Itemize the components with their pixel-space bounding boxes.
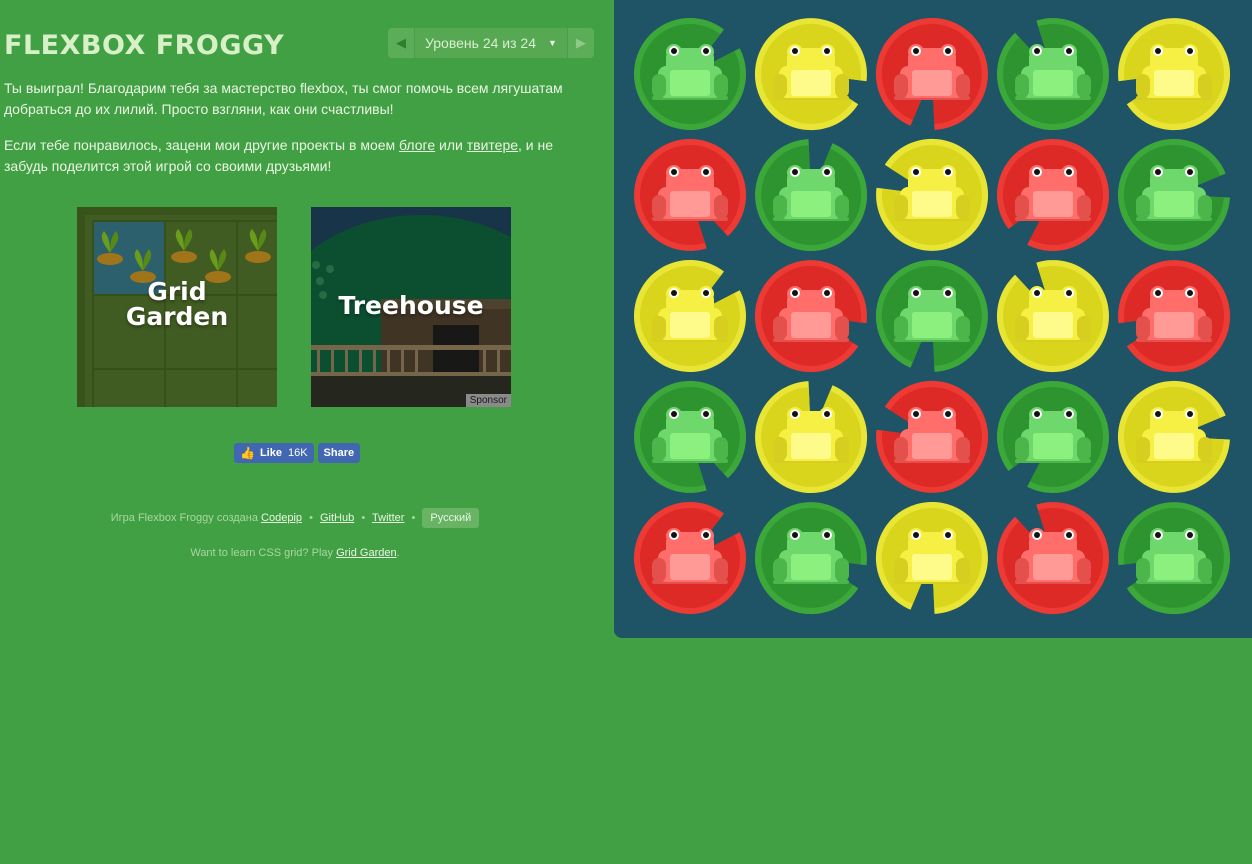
lily-pad-cell — [630, 377, 750, 497]
lily-pad-cell — [751, 14, 871, 134]
win-message: Ты выиграл! Благодарим тебя за мастерств… — [4, 80, 563, 117]
next-level-button[interactable]: ▶ — [567, 28, 594, 58]
lily-pad-cell — [630, 14, 750, 134]
twitter-footer-link[interactable]: Twitter — [372, 512, 404, 524]
like-count: 16K — [287, 447, 308, 459]
lily-pad-cell — [872, 256, 992, 376]
level-label: Уровень 24 из 24 — [425, 35, 536, 51]
credits-line: Игра Flexbox Froggy создана Codepip • Gi… — [0, 508, 590, 529]
share-text-middle: или — [435, 137, 467, 153]
red-lily-pad — [996, 502, 1109, 615]
lily-pad-cell — [993, 498, 1113, 618]
lily-pad-cell — [1114, 135, 1234, 255]
green-lily-pad — [996, 18, 1109, 131]
lily-pad-cell — [630, 135, 750, 255]
grid-garden-promo[interactable]: Grid Garden — [77, 207, 277, 407]
language-select[interactable]: Русский — [422, 508, 480, 528]
lily-pad-cell — [993, 256, 1113, 376]
pond-board — [614, 0, 1252, 638]
grid-garden-line2: Garden — [125, 302, 229, 331]
grid-garden-link[interactable]: Grid Garden — [336, 547, 397, 559]
yellow-lily-pad — [754, 18, 867, 131]
green-lily-pad — [1117, 138, 1230, 251]
lily-pad-cell — [993, 14, 1113, 134]
prev-level-button[interactable]: ◀ — [388, 28, 414, 58]
green-lily-pad — [754, 502, 867, 615]
lily-pad-cell — [872, 377, 992, 497]
share-text-start: Если тебе понравилось, зацени мои другие… — [4, 137, 400, 153]
chevron-down-icon: ▼ — [547, 38, 557, 48]
lily-pad-cell — [993, 135, 1113, 255]
lily-pad-cell — [872, 135, 992, 255]
level-indicator[interactable]: Уровень 24 из 24 ▼ — [414, 28, 568, 58]
lily-pad-cell — [751, 377, 871, 497]
lily-pad-cell — [630, 498, 750, 618]
separator: • — [361, 512, 366, 524]
lily-pad-cell — [872, 14, 992, 134]
share-message: Если тебе понравилось, зацени мои другие… — [4, 135, 584, 177]
lily-pad-cell — [751, 256, 871, 376]
lily-pad-cell — [1114, 14, 1234, 134]
lily-pad-cell — [872, 498, 992, 618]
game-title: FLEXBOX FROGGY — [4, 30, 285, 61]
thumbs-up-icon: 👍 — [240, 446, 255, 460]
yellow-lily-pad — [875, 501, 988, 614]
green-lily-pad — [875, 259, 988, 372]
green-lily-pad — [634, 380, 747, 493]
like-label: Like — [259, 447, 282, 459]
green-lily-pad — [755, 139, 868, 252]
lily-pad-cell — [751, 135, 871, 255]
yellow-lily-pad — [876, 138, 989, 251]
lily-pad-cell — [1114, 256, 1234, 376]
red-lily-pad — [996, 138, 1109, 251]
red-lily-pad — [634, 138, 747, 251]
share-label: Share — [323, 447, 355, 459]
lily-pad-cell — [751, 498, 871, 618]
sponsor-badge: Sponsor — [465, 394, 511, 407]
red-lily-pad — [875, 17, 988, 130]
grid-promo-text: Want to learn CSS grid? Play — [190, 547, 337, 559]
red-lily-pad — [876, 380, 989, 493]
lily-pad-cell — [1114, 377, 1234, 497]
grid-promo-end: . — [396, 547, 400, 559]
yellow-lily-pad — [1117, 380, 1230, 493]
red-lily-pad — [1118, 260, 1231, 373]
red-lily-pad — [633, 501, 746, 614]
level-navigator: ◀ Уровень 24 из 24 ▼ ▶ — [388, 28, 594, 58]
twitter-link[interactable]: твитере — [467, 137, 518, 153]
codepip-link[interactable]: Codepip — [261, 512, 302, 524]
yellow-lily-pad — [1118, 18, 1231, 131]
credit-text: Игра Flexbox Froggy создана — [110, 512, 262, 524]
arrow-right-icon: ▶ — [575, 35, 586, 50]
arrow-left-icon: ◀ — [396, 35, 406, 50]
yellow-lily-pad — [755, 381, 868, 494]
social-buttons: 👍 Like 16K Share — [234, 443, 361, 463]
separator: • — [411, 512, 416, 524]
lily-pad-cell — [1114, 498, 1234, 618]
treehouse-label: Treehouse — [338, 291, 484, 320]
separator: • — [309, 512, 313, 524]
github-link[interactable]: GitHub — [320, 512, 354, 524]
green-lily-pad — [1118, 502, 1231, 615]
yellow-lily-pad — [633, 259, 746, 372]
lily-pad-cell — [630, 256, 750, 376]
share-button[interactable]: Share — [317, 443, 361, 463]
treehouse-promo[interactable]: Treehouse Sponsor — [311, 207, 511, 407]
green-lily-pad — [996, 380, 1109, 493]
like-button[interactable]: 👍 Like 16K — [234, 443, 314, 463]
blog-link[interactable]: блоге — [399, 137, 435, 153]
yellow-lily-pad — [996, 260, 1109, 373]
lily-pad-cell — [993, 377, 1113, 497]
red-lily-pad — [754, 260, 867, 373]
green-lily-pad — [633, 17, 746, 130]
grid-garden-line1: Grid — [147, 277, 207, 306]
grid-garden-footer: Want to learn CSS grid? Play Grid Garden… — [0, 547, 590, 559]
grid-garden-label: Grid Garden — [77, 279, 277, 329]
